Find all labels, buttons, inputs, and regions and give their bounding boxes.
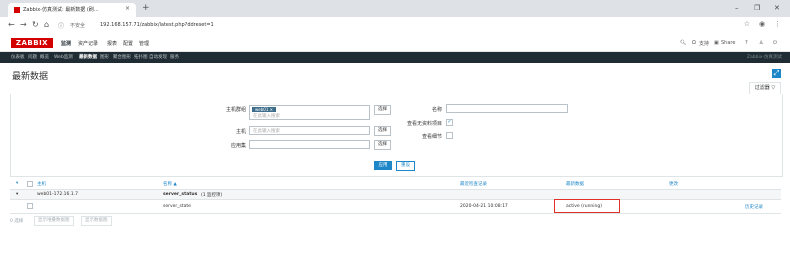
menu-configuration[interactable]: 配置 (123, 40, 133, 47)
subnav-screens[interactable]: 聚合图形 (113, 54, 131, 60)
subnav-web[interactable]: Web监测 (54, 54, 73, 60)
column-last-check[interactable]: 最近检查记录 (460, 181, 487, 187)
bookmark-star-icon[interactable]: ☆ (744, 20, 750, 28)
zabbix-header (0, 36, 790, 52)
reload-icon[interactable]: ↻ (32, 20, 39, 29)
collapse-icon[interactable]: ▾ (16, 192, 18, 197)
fullscreen-icon[interactable]: ⤢ (772, 69, 781, 78)
menu-inventory[interactable]: 资产记录 (78, 40, 98, 47)
logout-icon[interactable]: ⏻ (773, 40, 777, 46)
subnav-services[interactable]: 服务 (170, 54, 179, 60)
name-field[interactable] (446, 104, 568, 113)
security-label: 不安全 (70, 23, 86, 29)
user-profile-icon[interactable]: ♙ (759, 40, 763, 46)
profile-icon[interactable]: ◉ (759, 20, 765, 28)
column-name[interactable]: 名称 ▲ (163, 181, 177, 187)
highlight-box (554, 199, 620, 213)
menu-monitoring[interactable]: 监测 (61, 40, 71, 47)
filter-tab-label: 过滤器 (754, 85, 770, 91)
subnav-overview[interactable]: 概览 (40, 54, 49, 60)
apply-button[interactable]: 应用 (374, 161, 392, 170)
name-label: 名称 (431, 107, 442, 113)
subnav-graphs[interactable]: 图形 (100, 54, 109, 60)
menu-reports[interactable]: 报表 (107, 40, 117, 47)
subnav-discovery[interactable]: 自动发现 (149, 54, 167, 60)
browser-tab[interactable]: Zabbix-仿真测试: 最新数据 (刷... × (8, 3, 136, 17)
subnav-latest-data[interactable]: 最新数据 (79, 54, 97, 60)
tab-close-icon[interactable]: × (125, 5, 130, 12)
filter-funnel-icon: ▽ (771, 85, 776, 91)
filter-tab[interactable]: 过滤器 ▽ (749, 82, 781, 94)
zabbix-logo[interactable]: ZABBIX (11, 38, 53, 48)
share-icon: ▣ (714, 40, 719, 46)
application-select-button[interactable]: 选择 (374, 140, 391, 150)
host-group-chip[interactable]: web01 ✕ (252, 107, 276, 112)
menu-administration[interactable]: 管理 (139, 40, 149, 47)
browser-tab-title: Zabbix-仿真测试: 最新数据 (刷... (23, 7, 99, 13)
browser-menu-icon[interactable]: ⋮ (774, 20, 781, 28)
show-no-data-label: 查看无资料项目 (406, 121, 442, 127)
column-last-value[interactable]: 最新数据 (566, 181, 584, 187)
info-icon: ⓘ (58, 23, 65, 30)
host-groups-field[interactable]: web01 ✕ 在此输入搜索 (249, 105, 370, 120)
back-arrow-icon[interactable]: ← (8, 20, 15, 29)
selected-count: 0 选择 (10, 219, 24, 224)
page-title: 最新数据 (12, 72, 49, 82)
history-link[interactable]: 历史记录 (745, 204, 763, 210)
support-link[interactable]: 支持 (699, 40, 709, 47)
application-label: 应用集 (230, 143, 246, 149)
window-close-button[interactable]: ✕ (774, 4, 780, 12)
table-row (10, 199, 781, 214)
url-text[interactable]: 192.168.157.71/zabbix/latest.php?ddreset… (100, 22, 214, 28)
subnav-dashboard[interactable]: 仪表板 (11, 54, 25, 60)
help-link[interactable]: ? (745, 40, 748, 46)
hosts-label: 主机 (235, 129, 246, 135)
host-groups-select-button[interactable]: 选择 (374, 105, 391, 115)
item-name: server_state (163, 204, 191, 209)
row-checkbox[interactable] (27, 203, 33, 209)
stacked-graph-button[interactable]: 显示堆叠数据图 (34, 216, 74, 226)
hosts-placeholder: 在此输入搜索 (253, 129, 280, 134)
item-count: (1 监控项) (201, 193, 223, 198)
support-icon: Ω (692, 40, 696, 46)
column-host[interactable]: 主机 (37, 181, 46, 187)
search-icon[interactable]: 🔍︎ (680, 40, 686, 46)
share-link[interactable]: Share (721, 40, 735, 46)
expand-all-icon[interactable]: ▾ (16, 181, 18, 186)
select-all-checkbox[interactable] (27, 181, 33, 187)
host-cell: web01-172.16.1.7 (37, 192, 78, 197)
hosts-field[interactable]: 在此输入搜索 (249, 126, 370, 135)
host-groups-placeholder: 在此输入搜索 (253, 114, 280, 119)
new-tab-button[interactable]: + (142, 3, 150, 13)
reset-button[interactable]: 重设 (396, 161, 415, 171)
show-details-checkbox[interactable] (446, 132, 453, 139)
show-details-label: 查看细节 (421, 134, 442, 140)
hosts-select-button[interactable]: 选择 (374, 126, 391, 136)
window-maximize-button[interactable]: ❐ (754, 4, 760, 12)
address-bar[interactable]: ⓘ 不安全 192.168.157.71/zabbix/latest.php?d… (58, 20, 750, 31)
host-groups-label: 主机群组 (225, 107, 246, 113)
subnav-maps[interactable]: 拓扑图 (134, 54, 148, 60)
application-field[interactable] (249, 140, 370, 149)
server-name: Zabbix-仿真测试 (746, 55, 782, 60)
forward-arrow-icon[interactable]: → (20, 20, 27, 29)
zabbix-favicon-icon (14, 7, 20, 13)
subnav-problems[interactable]: 问题 (28, 54, 37, 60)
application-cell: server_status (163, 192, 198, 197)
column-change[interactable]: 更改 (669, 181, 678, 187)
home-icon[interactable]: ⌂ (44, 20, 49, 29)
show-no-data-checkbox[interactable]: ✓ (446, 119, 453, 126)
window-minimize-button[interactable]: – (735, 4, 739, 12)
show-graph-button[interactable]: 显示数据图 (81, 216, 112, 226)
last-check: 2020-04-21 10:08:17 (460, 204, 508, 209)
